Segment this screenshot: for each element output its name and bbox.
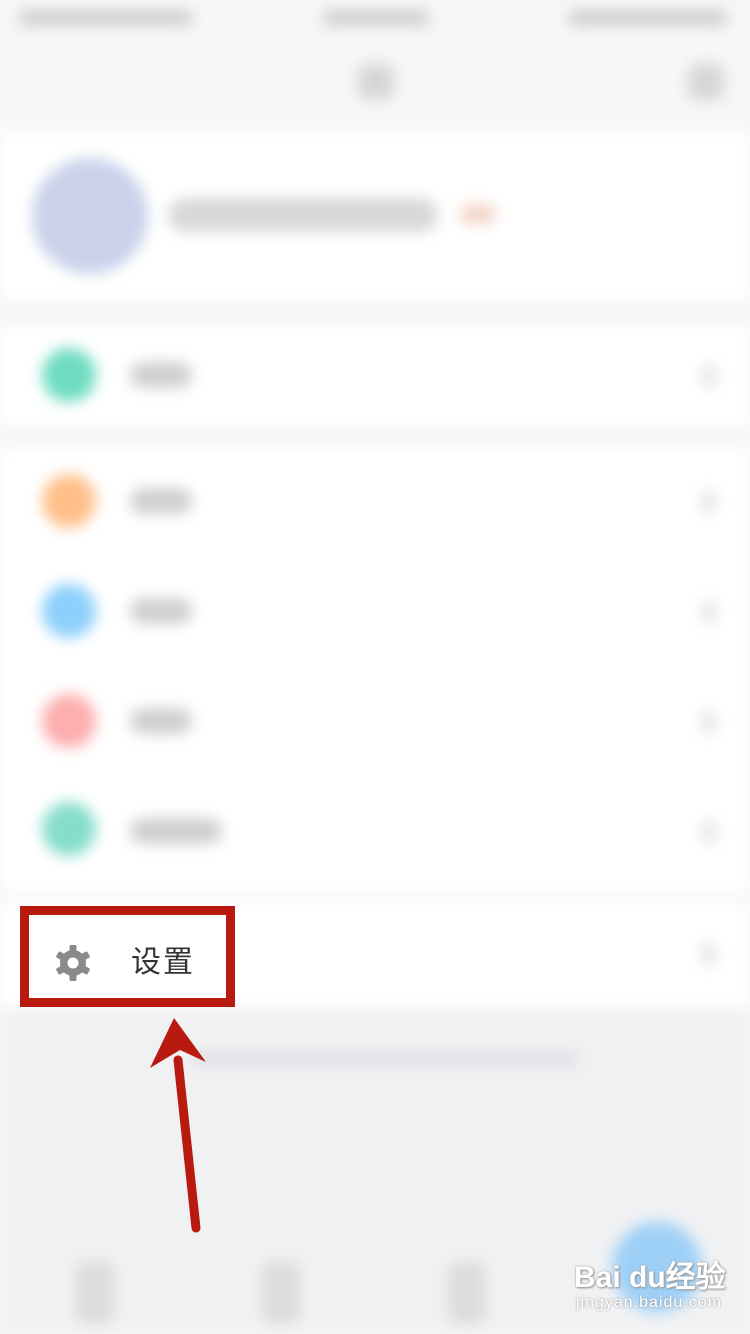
watermark-url: jingyan.baidu.com (576, 1294, 722, 1311)
status-time (322, 10, 430, 26)
status-battery (568, 10, 728, 26)
watermark: Bai du经验 jingyan.baidu.com (574, 1252, 734, 1322)
tab-bar-item[interactable] (76, 1262, 114, 1324)
bottom-hint (190, 1052, 580, 1066)
chevron-right-icon (702, 600, 716, 624)
menu-row-label (130, 708, 192, 734)
menu-group-1 (0, 326, 750, 426)
chevron-right-icon (702, 710, 716, 734)
menu-row-icon (42, 584, 96, 638)
annotation-arrow (150, 1018, 206, 1233)
settings-highlight-box: 设置 (20, 906, 235, 1007)
status-carrier (18, 10, 193, 26)
menu-group-2 (0, 448, 750, 892)
menu-row-label (130, 818, 222, 844)
chevron-right-icon (702, 364, 716, 388)
menu-row-label (130, 598, 192, 624)
profile-badge (460, 204, 496, 224)
chevron-right-icon (702, 942, 716, 966)
blurred-background (0, 0, 750, 1334)
menu-row-icon (42, 348, 96, 402)
gear-icon (56, 945, 90, 981)
watermark-brand: Bai du经验 (574, 1261, 726, 1294)
chevron-right-icon (702, 490, 716, 514)
chevron-right-icon (702, 820, 716, 844)
header-right-icon[interactable] (688, 64, 724, 100)
menu-row-label (130, 362, 192, 388)
avatar[interactable] (32, 158, 148, 274)
profile-name (168, 198, 438, 232)
settings-label: 设置 (131, 945, 195, 980)
settings-menu-item[interactable]: 设置 (29, 915, 226, 998)
status-bar (0, 0, 750, 44)
menu-row-label (130, 488, 192, 514)
menu-row-icon (42, 802, 96, 856)
tab-bar-item[interactable] (448, 1262, 486, 1324)
menu-row-icon (42, 474, 96, 528)
menu-row-icon (42, 694, 96, 748)
tab-bar-item[interactable] (262, 1262, 300, 1324)
header-center-icon[interactable] (358, 64, 394, 100)
